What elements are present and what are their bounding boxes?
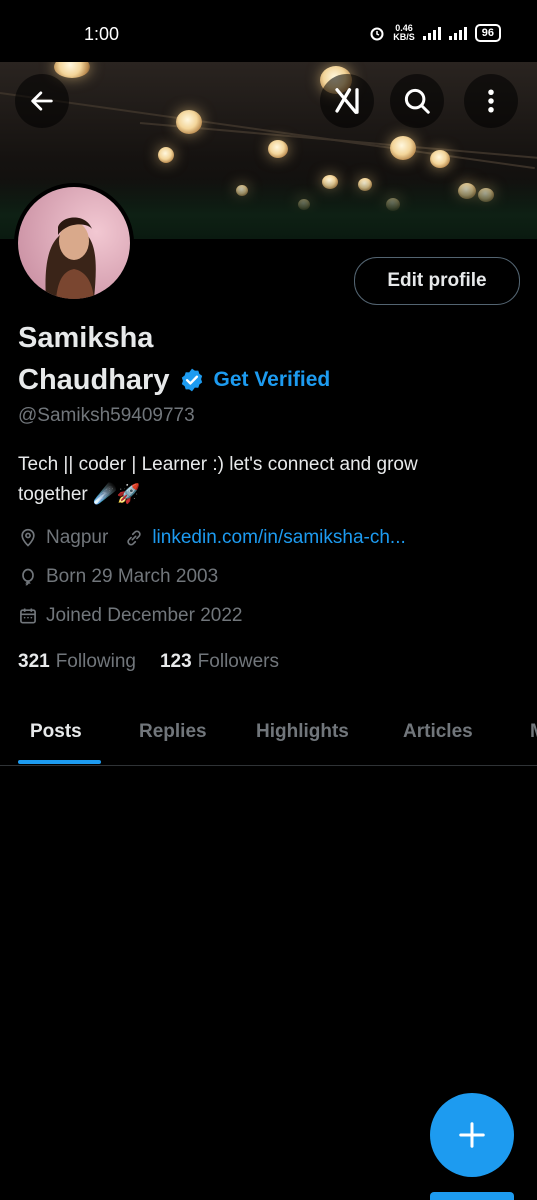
profile-name-row: Chaudhary Get Verified <box>18 360 330 400</box>
status-bar: 1:00 0.46 KB/S 96 <box>0 0 537 62</box>
location-pin-icon <box>21 528 35 547</box>
followers-link[interactable]: 123 Followers <box>160 651 279 673</box>
more-options-button[interactable] <box>464 74 518 128</box>
fab-peek <box>430 1192 514 1200</box>
plus-icon <box>459 1122 485 1148</box>
grok-icon <box>335 88 359 114</box>
network-speed: 0.46 KB/S <box>393 24 415 42</box>
profile-name-line1: Samiksha <box>18 322 154 354</box>
bio-line-1: Tech || coder | Learner :) let's connect… <box>18 454 418 475</box>
following-link[interactable]: 321 Following <box>18 651 136 673</box>
get-verified-link[interactable]: Get Verified <box>213 368 330 392</box>
tab-posts[interactable]: Posts <box>30 721 82 743</box>
network-speed-unit: KB/S <box>393 32 415 42</box>
edit-profile-button[interactable]: Edit profile <box>354 257 520 305</box>
alarm-icon <box>370 27 384 41</box>
joined-text: Joined December 2022 <box>46 605 243 626</box>
search-button[interactable] <box>390 74 444 128</box>
balloon-icon <box>22 568 34 586</box>
tab-replies[interactable]: Replies <box>139 721 207 743</box>
profile-name-line2: Chaudhary <box>18 364 170 396</box>
following-count: 321 <box>18 651 50 672</box>
status-indicators: 0.46 KB/S 96 <box>369 24 501 42</box>
joined-row: Joined December 2022 <box>18 605 242 627</box>
birthday-row: Born 29 March 2003 <box>18 566 218 588</box>
active-tab-indicator <box>18 760 101 764</box>
back-button[interactable] <box>15 74 69 128</box>
bio-line-2: together ☄️🚀 <box>18 484 141 505</box>
location-website-row: Nagpur linkedin.com/in/samiksha-ch... <box>18 527 406 549</box>
birthday-text: Born 29 March 2003 <box>46 566 219 587</box>
link-icon <box>127 530 142 546</box>
grok-button[interactable] <box>320 74 374 128</box>
calendar-icon <box>20 608 36 624</box>
profile-bio: Tech || coder | Learner :) let's connect… <box>18 450 523 510</box>
avatar-photo <box>18 187 130 299</box>
signal-icon <box>422 26 441 40</box>
location-text: Nagpur <box>46 527 109 548</box>
verified-badge-icon[interactable] <box>179 367 205 393</box>
status-time: 1:00 <box>84 24 120 44</box>
tab-overflow[interactable]: M <box>530 721 537 743</box>
following-label: Following <box>55 651 136 672</box>
profile-handle: @Samiksh59409773 <box>18 405 195 426</box>
profile-tabs: Posts Replies Highlights Articles M <box>0 705 537 766</box>
arrow-left-icon <box>31 91 53 111</box>
follow-counts: 321 Following 123 Followers <box>18 651 279 673</box>
search-icon <box>404 88 430 114</box>
followers-count: 123 <box>159 651 192 672</box>
signal-icon-2 <box>448 26 467 40</box>
followers-label: Followers <box>197 651 279 672</box>
tab-articles[interactable]: Articles <box>403 721 473 743</box>
more-vertical-icon <box>488 89 494 113</box>
compose-post-button[interactable] <box>430 1093 514 1177</box>
avatar[interactable] <box>14 183 134 303</box>
website-link[interactable]: linkedin.com/in/samiksha-ch... <box>152 527 405 549</box>
battery-level: 96 <box>474 24 501 42</box>
tab-highlights[interactable]: Highlights <box>256 721 349 743</box>
